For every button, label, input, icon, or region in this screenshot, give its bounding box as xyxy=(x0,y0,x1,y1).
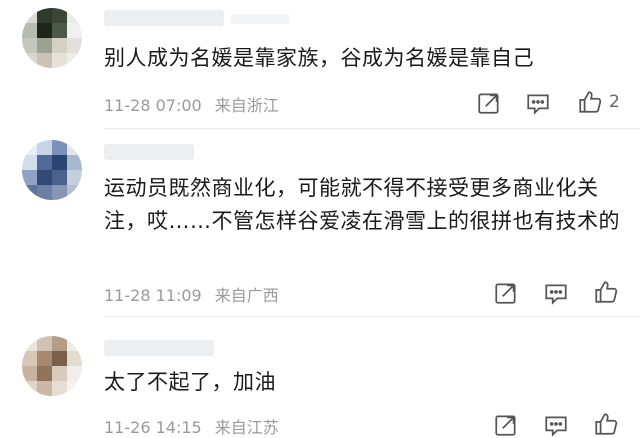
share-icon[interactable] xyxy=(493,412,519,438)
thumbs-up-icon[interactable] xyxy=(593,411,619,437)
comment-text: 运动员既然商业化，可能就不得不接受更多商业化关注，哎……不管怎样谷爱凌在滑雪上的… xyxy=(104,176,620,233)
comment-icon[interactable] xyxy=(543,412,569,438)
username[interactable] xyxy=(104,144,194,160)
comment-location: 来自江苏 xyxy=(214,418,279,437)
comment-text: 太了不起了，加油 xyxy=(104,370,276,394)
comment-item: 太了不起了，加油 11-26 14:15 来自江苏 xyxy=(0,318,640,437)
comment-location: 来自浙江 xyxy=(214,96,279,115)
comment-icon[interactable] xyxy=(525,90,551,116)
avatar[interactable] xyxy=(22,140,82,200)
divider xyxy=(104,128,640,129)
share-icon[interactable] xyxy=(476,90,502,116)
username[interactable] xyxy=(104,340,214,356)
username-suffix xyxy=(230,14,290,24)
comment-item: 别人成为名媛是靠家族，谷成为名媛是靠自己 11-28 07:00 来自浙江 2 xyxy=(0,0,640,125)
comment-meta: 11-28 11:09 来自广西 xyxy=(104,282,279,306)
username[interactable] xyxy=(104,10,224,26)
comment-location: 来自广西 xyxy=(214,286,279,305)
comment-time: 11-26 14:15 xyxy=(104,418,202,437)
comment-icon[interactable] xyxy=(543,280,569,306)
avatar[interactable] xyxy=(22,336,82,396)
divider xyxy=(104,316,640,317)
comment-meta: 11-28 07:00 来自浙江 xyxy=(104,92,279,116)
comment-text: 别人成为名媛是靠家族，谷成为名媛是靠自己 xyxy=(104,46,534,70)
comment-item: 运动员既然商业化，可能就不得不接受更多商业化关注，哎……不管怎样谷爱凌在滑雪上的… xyxy=(0,130,640,310)
comment-meta: 11-26 14:15 来自江苏 xyxy=(104,414,279,438)
thumbs-up-icon[interactable] xyxy=(593,279,619,305)
like-count: 2 xyxy=(609,92,620,112)
comment-time: 11-28 11:09 xyxy=(104,286,202,305)
comment-time: 11-28 07:00 xyxy=(104,96,202,115)
share-icon[interactable] xyxy=(493,280,519,306)
avatar[interactable] xyxy=(22,8,82,68)
thumbs-up-icon[interactable] xyxy=(577,89,603,115)
